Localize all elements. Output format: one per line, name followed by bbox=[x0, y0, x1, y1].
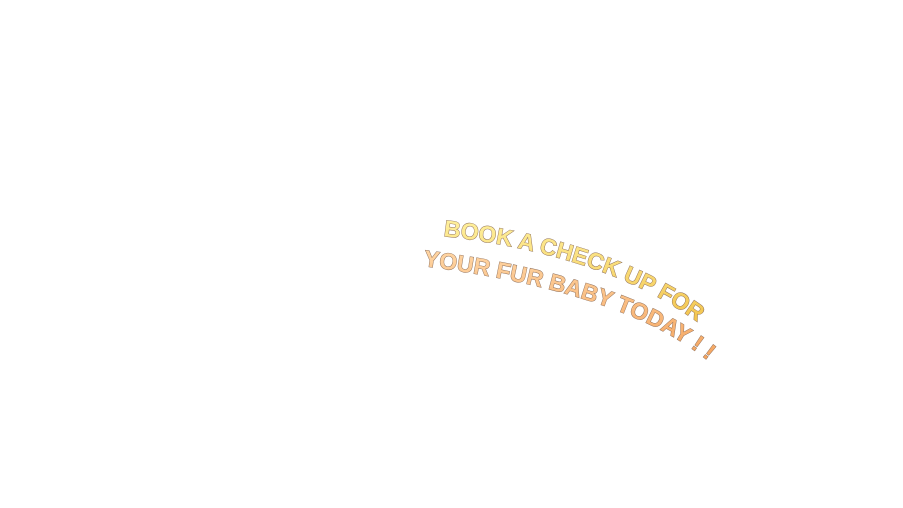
canvas: BOOK A CHECK UP FOR YOUR FUR BABY TODAY … bbox=[0, 0, 903, 508]
curved-banner: BOOK A CHECK UP FOR YOUR FUR BABY TODAY … bbox=[422, 215, 721, 365]
